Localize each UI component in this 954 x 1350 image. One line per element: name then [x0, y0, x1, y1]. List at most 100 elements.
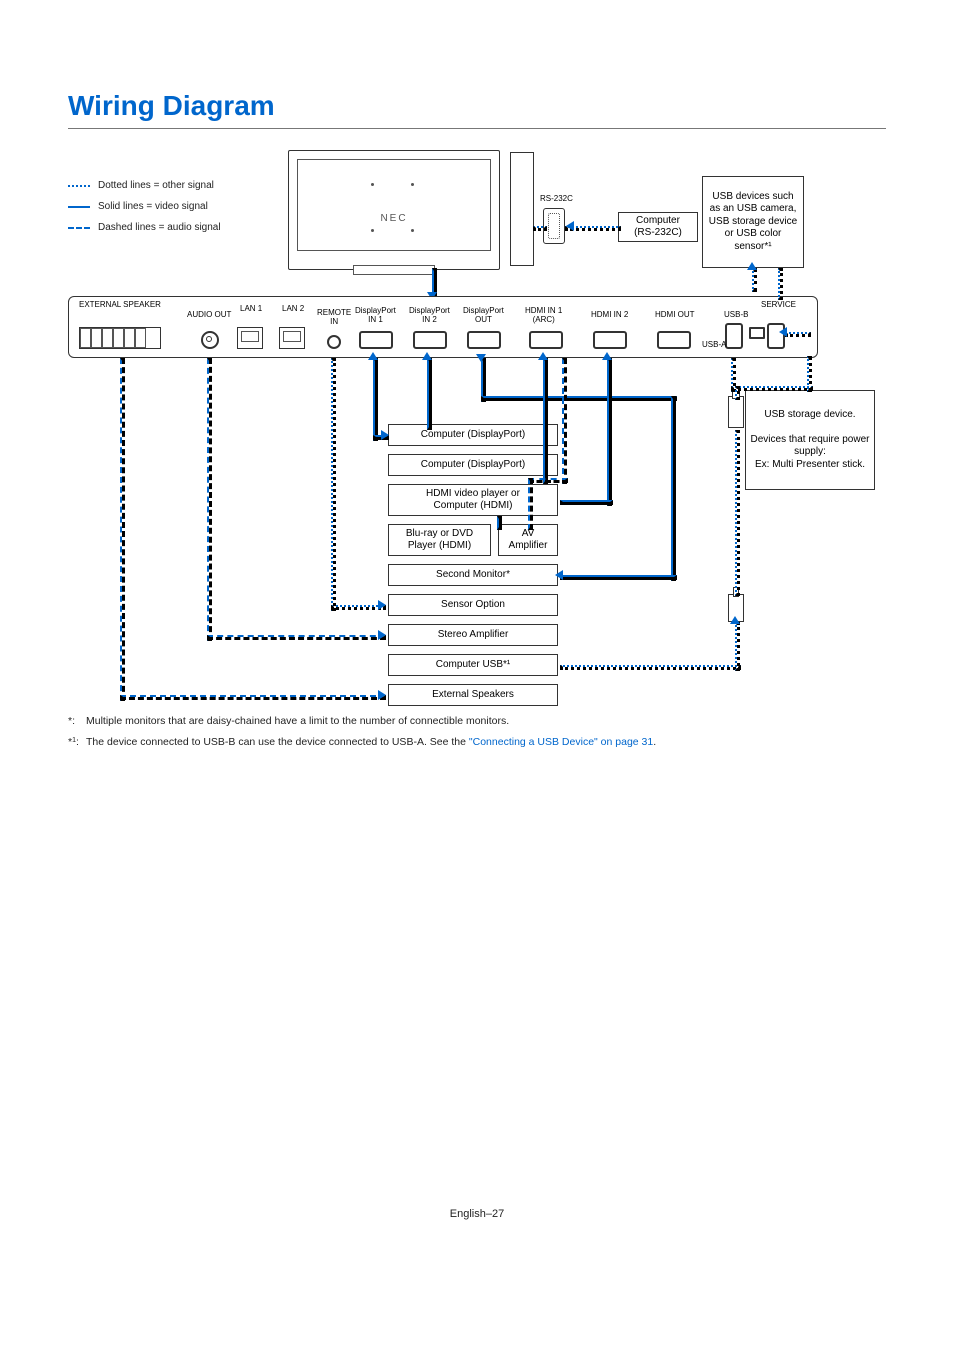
title-divider: [68, 128, 886, 129]
port-usb-b: [725, 323, 743, 349]
port-label-hdmi-in2: HDMI IN 2: [591, 311, 628, 320]
line: [607, 358, 612, 506]
computer-displayport-2-box: Computer (DisplayPort): [388, 454, 558, 476]
line: [752, 268, 757, 292]
line: [373, 358, 378, 441]
monitor-front-illustration: NEC: [288, 150, 500, 270]
page-title: Wiring Diagram: [68, 90, 275, 122]
footnote-1: Multiple monitors that are daisy-chained…: [86, 713, 509, 730]
arrow: [602, 352, 612, 360]
usb-devices-box: USB devices such as an USB camera, USB s…: [702, 176, 804, 268]
port-external-speaker: [79, 327, 161, 349]
second-monitor-box: Second Monitor*: [388, 564, 558, 586]
arrow: [381, 430, 389, 440]
line: [560, 500, 613, 505]
footnote-2-text-a: The device connected to USB-B can use th…: [86, 736, 469, 748]
line: [560, 575, 677, 580]
page-footer: English–27: [0, 1208, 954, 1220]
footnote-2-text-b: .: [653, 736, 656, 748]
line: [533, 226, 547, 231]
port-label-usb-b: USB-B: [724, 311, 748, 320]
arrow: [476, 354, 486, 362]
line: [120, 358, 125, 701]
legend-dashed: Dashed lines = audio signal: [98, 222, 221, 233]
port-label-hdmi-in1: HDMI IN 1 (ARC): [525, 307, 562, 325]
line: [497, 516, 502, 530]
terminal-panel: EXTERNAL SPEAKER AUDIO OUT LAN 1 LAN 2 R…: [68, 296, 818, 358]
port-label-audio-out: AUDIO OUT: [187, 311, 231, 320]
port-label-lan1: LAN 1: [240, 305, 262, 314]
line: [120, 695, 386, 700]
line: [427, 358, 432, 430]
arrow: [747, 262, 757, 270]
port-label-external-speaker: EXTERNAL SPEAKER: [79, 301, 161, 310]
arrow: [378, 600, 386, 610]
usb-stick-icon: [728, 396, 744, 428]
computer-rs232c-box: Computer (RS-232C): [618, 212, 698, 242]
line: [671, 396, 676, 581]
legend-swatch-dotted: [68, 185, 90, 187]
line: [528, 478, 533, 530]
sensor-option-box: Sensor Option: [388, 594, 558, 616]
port-hdmi-out: [657, 331, 691, 349]
footnote-2-link[interactable]: "Connecting a USB Device" on page 31: [469, 736, 653, 748]
legend-swatch-solid: [68, 206, 90, 208]
port-audio-out: [201, 331, 219, 349]
arrow: [378, 690, 386, 700]
port-lan1: [237, 327, 263, 349]
line: [735, 622, 740, 671]
arrow: [555, 570, 563, 580]
line: [778, 268, 783, 300]
port-dp-in1: [359, 331, 393, 349]
arrow: [779, 327, 787, 337]
line: [785, 332, 811, 337]
line: [735, 430, 740, 596]
port-label-service: SERVICE: [761, 301, 796, 310]
port-label-hdmi-out: HDMI OUT: [655, 311, 695, 320]
port-hdmi-in2: [593, 331, 627, 349]
port-label-remote-in: REMOTE IN: [317, 309, 351, 327]
legend-swatch-dashed: [68, 227, 90, 229]
line: [331, 358, 336, 611]
port-lan2: [279, 327, 305, 349]
line: [560, 665, 741, 670]
line: [481, 396, 677, 401]
line: [543, 358, 548, 484]
port-label-usb-a: USB-A: [702, 341, 726, 350]
port-label-dp-out: DisplayPort OUT: [463, 307, 504, 325]
port-label-dp-in2: DisplayPort IN 2: [409, 307, 450, 325]
port-dp-in2: [413, 331, 447, 349]
line: [528, 478, 568, 483]
arrow: [378, 630, 386, 640]
arrow: [730, 616, 740, 624]
external-speakers-box: External Speakers: [388, 684, 558, 706]
bluray-dvd-player-box: Blu-ray or DVD Player (HDMI): [388, 524, 491, 556]
footnote-mark-1: *:: [68, 713, 86, 730]
footnote-2: The device connected to USB-B can use th…: [86, 734, 656, 751]
computer-usb-box: Computer USB*¹: [388, 654, 558, 676]
line: [207, 635, 386, 640]
line: [735, 386, 740, 400]
legend-solid: Solid lines = video signal: [98, 201, 208, 212]
port-dp-out: [467, 331, 501, 349]
rs232c-port-label: RS-232C: [540, 195, 573, 204]
port-service: [749, 327, 765, 339]
line: [207, 358, 212, 641]
port-hdmi-in1: [529, 331, 563, 349]
arrow: [368, 352, 378, 360]
line: [807, 356, 812, 392]
arrow: [538, 352, 548, 360]
option-slot-illustration: [510, 152, 534, 266]
stereo-amplifier-box: Stereo Amplifier: [388, 624, 558, 646]
line: [731, 386, 813, 391]
legend-dotted: Dotted lines = other signal: [98, 180, 214, 191]
line: [562, 358, 567, 484]
arrow: [422, 352, 432, 360]
usb-storage-box: USB storage device. Devices that require…: [745, 390, 875, 490]
computer-displayport-1-box: Computer (DisplayPort): [388, 424, 558, 446]
footnotes: *: Multiple monitors that are daisy-chai…: [68, 713, 886, 755]
monitor-logo: NEC: [380, 213, 407, 224]
port-label-dp-in1: DisplayPort IN 1: [355, 307, 396, 325]
footnote-mark-2: *1:: [68, 734, 86, 751]
port-remote-in: [327, 335, 341, 349]
